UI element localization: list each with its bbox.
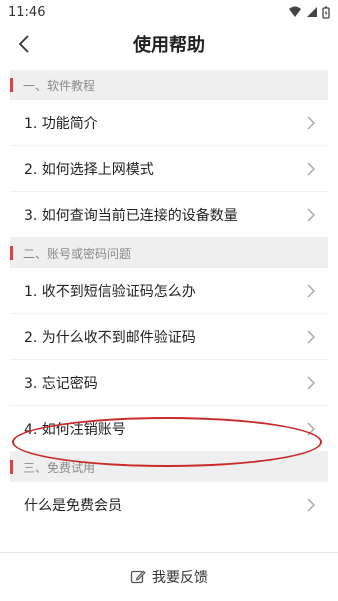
- status-icons: [288, 6, 330, 19]
- help-item-device-count[interactable]: 3. 如何查询当前已连接的设备数量: [10, 192, 328, 238]
- wifi-icon: [289, 6, 301, 17]
- status-bar: 11:46: [0, 0, 338, 24]
- help-item-label: 2. 如何选择上网模式: [24, 161, 154, 178]
- section-header-software: 一、软件教程: [10, 70, 328, 100]
- help-item-label: 3. 忘记密码: [24, 375, 98, 392]
- help-item-label: 1. 收不到短信验证码怎么办: [24, 283, 196, 300]
- battery-icon: [322, 6, 330, 19]
- help-item-label: 4. 如何注销账号: [24, 421, 126, 438]
- back-arrow-icon: [18, 35, 29, 53]
- status-time: 11:46: [8, 4, 46, 20]
- help-item-feature-intro[interactable]: 1. 功能简介: [10, 100, 328, 146]
- help-item-email-code[interactable]: 2. 为什么收不到邮件验证码: [10, 314, 328, 360]
- feedback-button[interactable]: 我要反馈: [0, 552, 338, 601]
- help-item-sms-code[interactable]: 1. 收不到短信验证码怎么办: [10, 268, 328, 314]
- help-content: 一、软件教程 1. 功能简介 2. 如何选择上网模式 3. 如何查询当前已连接的…: [0, 70, 338, 528]
- chevron-right-icon: [304, 498, 318, 512]
- back-button[interactable]: [10, 32, 38, 56]
- help-item-label: 3. 如何查询当前已连接的设备数量: [24, 207, 238, 224]
- feedback-label: 我要反馈: [152, 570, 208, 586]
- section-header-free-trial: 三、免费试用: [10, 452, 328, 482]
- help-item-cancel-account[interactable]: 4. 如何注销账号: [10, 406, 328, 452]
- help-item-label: 1. 功能简介: [24, 115, 98, 132]
- section-accent-bar: [10, 78, 13, 92]
- help-item-label: 什么是免费会员: [24, 498, 122, 514]
- section-accent-bar: [10, 246, 13, 260]
- section-title: 一、软件教程: [23, 78, 96, 93]
- chevron-right-icon: [304, 207, 318, 222]
- signal-icon: [307, 7, 317, 17]
- section-accent-bar: [10, 460, 13, 474]
- help-item-label: 2. 为什么收不到邮件验证码: [24, 329, 196, 346]
- chevron-right-icon: [304, 161, 318, 176]
- page-title: 使用帮助: [133, 35, 205, 56]
- chevron-right-icon: [304, 283, 318, 298]
- help-item-forgot-password[interactable]: 3. 忘记密码: [10, 360, 328, 406]
- section-header-account: 二、账号或密码问题: [10, 238, 328, 268]
- help-item-free-member[interactable]: 什么是免费会员: [10, 482, 328, 528]
- header: 使用帮助: [0, 24, 338, 64]
- help-item-network-mode[interactable]: 2. 如何选择上网模式: [10, 146, 328, 192]
- chevron-right-icon: [304, 421, 318, 436]
- chevron-right-icon: [304, 329, 318, 344]
- edit-icon: [130, 570, 146, 584]
- chevron-right-icon: [304, 115, 318, 130]
- section-title: 三、免费试用: [23, 460, 96, 475]
- chevron-right-icon: [304, 375, 318, 390]
- section-title: 二、账号或密码问题: [23, 246, 132, 261]
